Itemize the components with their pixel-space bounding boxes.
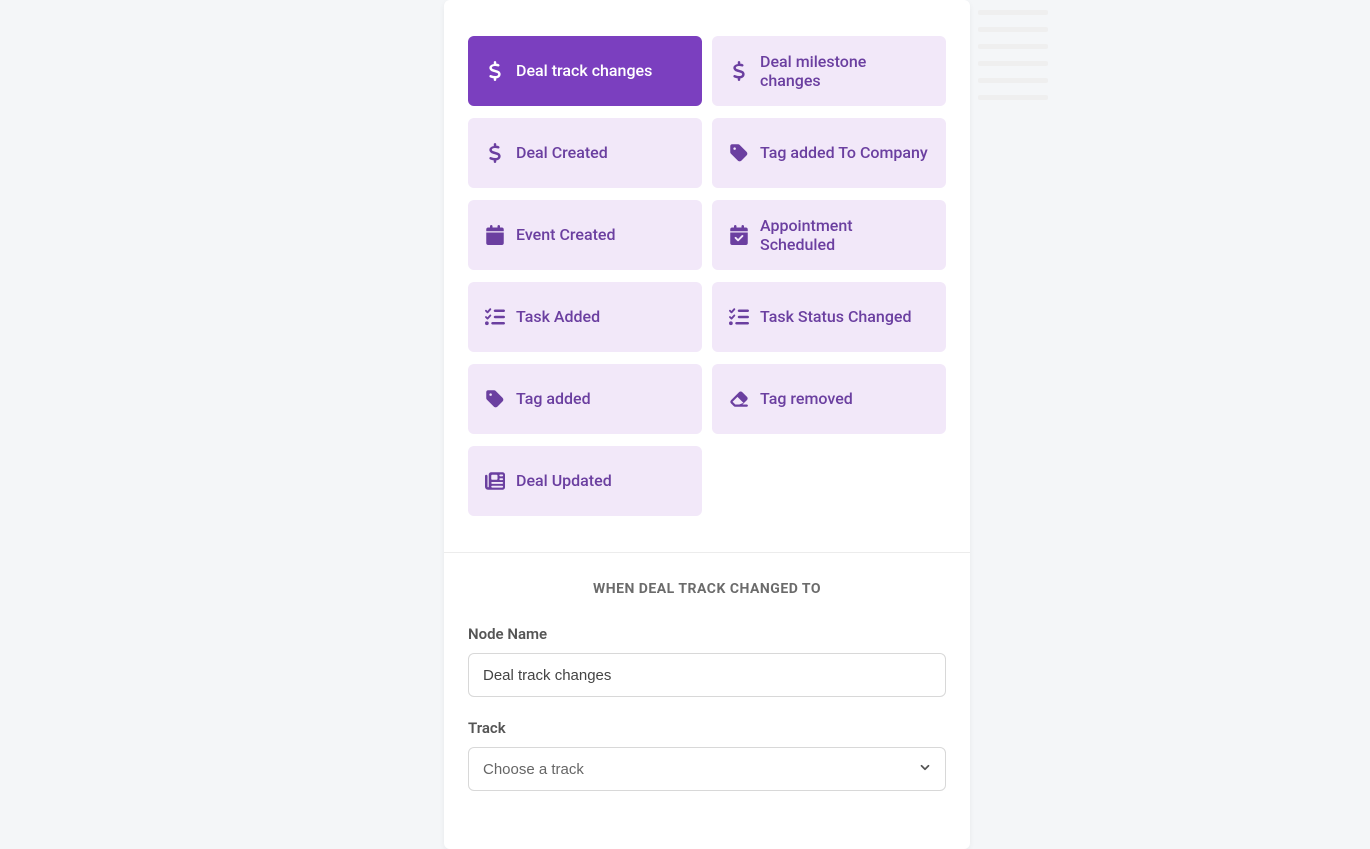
field-node-name: Node Name: [468, 625, 946, 697]
track-select-wrap: Choose a track: [468, 747, 946, 791]
form-section: WHEN DEAL TRACK CHANGED TO Node Name Tra…: [444, 553, 970, 849]
task-list-icon: [484, 306, 506, 328]
trigger-label: Task Status Changed: [760, 307, 912, 326]
trigger-label: Appointment Scheduled: [760, 216, 930, 254]
trigger-label: Deal track changes: [516, 61, 652, 80]
newspaper-icon: [484, 470, 506, 492]
trigger-task-status-changed[interactable]: Task Status Changed: [712, 282, 946, 352]
trigger-panel: Deal track changes Deal milestone changes…: [444, 0, 970, 849]
trigger-grid: Deal track changes Deal milestone changes…: [444, 0, 970, 552]
calendar-check-icon: [728, 224, 750, 246]
trigger-tag-removed[interactable]: Tag removed: [712, 364, 946, 434]
eraser-icon: [728, 388, 750, 410]
trigger-event-created[interactable]: Event Created: [468, 200, 702, 270]
field-track: Track Choose a track: [468, 719, 946, 791]
trigger-label: Task Added: [516, 307, 600, 326]
trigger-label: Deal Created: [516, 143, 608, 162]
trigger-label: Event Created: [516, 225, 616, 244]
trigger-deal-milestone-changes[interactable]: Deal milestone changes: [712, 36, 946, 106]
dollar-icon: [484, 60, 506, 82]
trigger-tag-added-to-company[interactable]: Tag added To Company: [712, 118, 946, 188]
trigger-label: Tag removed: [760, 389, 853, 408]
section-title: WHEN DEAL TRACK CHANGED TO: [468, 581, 946, 597]
trigger-deal-track-changes[interactable]: Deal track changes: [468, 36, 702, 106]
node-name-label: Node Name: [468, 625, 946, 643]
bg-decoration: [978, 10, 1048, 112]
trigger-label: Tag added: [516, 389, 591, 408]
trigger-appointment-scheduled[interactable]: Appointment Scheduled: [712, 200, 946, 270]
dollar-icon: [728, 60, 750, 82]
dollar-icon: [484, 142, 506, 164]
tag-icon: [728, 142, 750, 164]
tag-icon: [484, 388, 506, 410]
trigger-deal-created[interactable]: Deal Created: [468, 118, 702, 188]
task-list-icon: [728, 306, 750, 328]
trigger-label: Tag added To Company: [760, 143, 928, 162]
trigger-label: Deal milestone changes: [760, 52, 930, 90]
node-name-input[interactable]: [468, 653, 946, 697]
trigger-task-added[interactable]: Task Added: [468, 282, 702, 352]
track-select[interactable]: Choose a track: [468, 747, 946, 791]
trigger-deal-updated[interactable]: Deal Updated: [468, 446, 702, 516]
calendar-icon: [484, 224, 506, 246]
trigger-tag-added[interactable]: Tag added: [468, 364, 702, 434]
track-label: Track: [468, 719, 946, 737]
trigger-label: Deal Updated: [516, 471, 612, 490]
